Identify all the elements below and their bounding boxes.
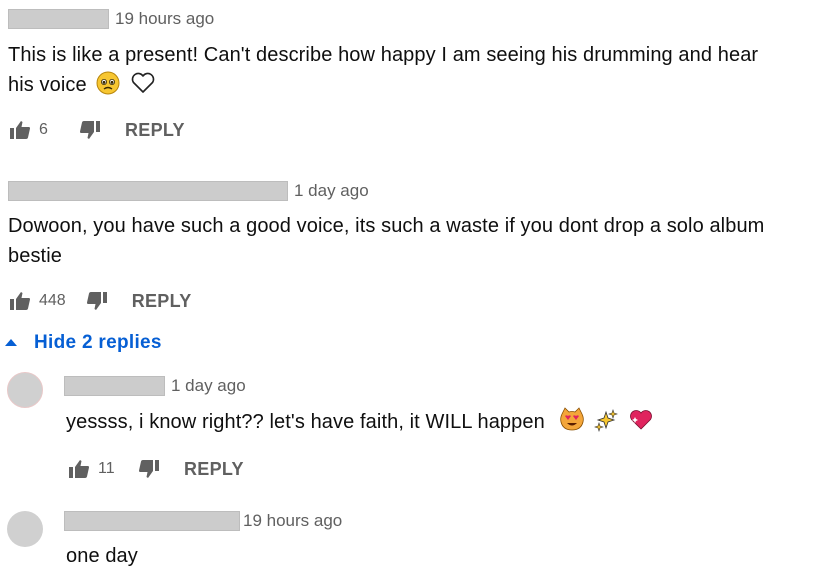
avatar[interactable] <box>7 372 43 408</box>
reply-text-line: one day <box>66 545 138 567</box>
heart-outline-icon <box>130 71 156 104</box>
reply-text-line: yessss, i know right?? let's have faith,… <box>66 411 545 433</box>
like-count: 6 <box>39 121 48 138</box>
thumbs-up-icon[interactable] <box>7 288 33 314</box>
reply-timestamp[interactable]: 19 hours ago <box>243 511 342 531</box>
thumbs-up-icon[interactable] <box>7 117 33 143</box>
comment-header: 19 hours ago <box>8 9 214 29</box>
reply-header: 1 day ago <box>64 376 246 396</box>
reply-header: 19 hours ago <box>64 511 342 531</box>
reply-button[interactable]: REPLY <box>184 459 244 480</box>
like-count: 11 <box>98 460 115 477</box>
thumbs-down-icon[interactable] <box>77 117 103 143</box>
comment-text-line: This is like a present! Can't describe h… <box>8 44 759 66</box>
comment-text-line: his voice <box>8 74 87 96</box>
pleading-face-emoji <box>96 71 120 104</box>
reply-button[interactable]: REPLY <box>125 120 185 141</box>
reply-button[interactable]: REPLY <box>132 291 192 312</box>
redacted-username[interactable] <box>8 181 288 201</box>
sparkling-heart-emoji <box>628 408 654 441</box>
sparkles-emoji <box>594 408 619 441</box>
reply-text: yessss, i know right?? let's have faith,… <box>66 406 654 441</box>
comment-text: Dowoon, you have such a good voice, its … <box>8 211 764 271</box>
redacted-username[interactable] <box>64 376 165 396</box>
comment-text-line: bestie <box>8 245 62 267</box>
thumbs-down-icon[interactable] <box>136 456 162 482</box>
reply-actions: 11 REPLY <box>66 454 244 484</box>
redacted-username[interactable] <box>8 9 109 29</box>
hide-replies-button[interactable]: Hide 2 replies <box>4 329 162 357</box>
comment-timestamp[interactable]: 1 day ago <box>294 181 369 201</box>
redacted-username[interactable] <box>64 511 240 531</box>
comment-actions: 448 REPLY <box>7 286 192 316</box>
comment-timestamp[interactable]: 19 hours ago <box>115 9 214 29</box>
comments-section: 19 hours ago This is like a present! Can… <box>0 0 820 581</box>
like-count: 448 <box>39 292 66 309</box>
comment-actions: 6 REPLY <box>7 115 185 145</box>
thumbs-up-icon[interactable] <box>66 456 92 482</box>
comment-header: 1 day ago <box>8 181 369 201</box>
thumbs-down-icon[interactable] <box>84 288 110 314</box>
reply-text: one day <box>66 541 138 571</box>
comment-text: This is like a present! Can't describe h… <box>8 40 758 104</box>
reply-timestamp[interactable]: 1 day ago <box>171 376 246 396</box>
avatar[interactable] <box>7 511 43 547</box>
heart-eyes-cat-emoji <box>559 406 585 441</box>
comment-text-line: Dowoon, you have such a good voice, its … <box>8 215 765 237</box>
hide-replies-label: Hide 2 replies <box>34 332 162 353</box>
caret-up-icon <box>4 334 18 352</box>
